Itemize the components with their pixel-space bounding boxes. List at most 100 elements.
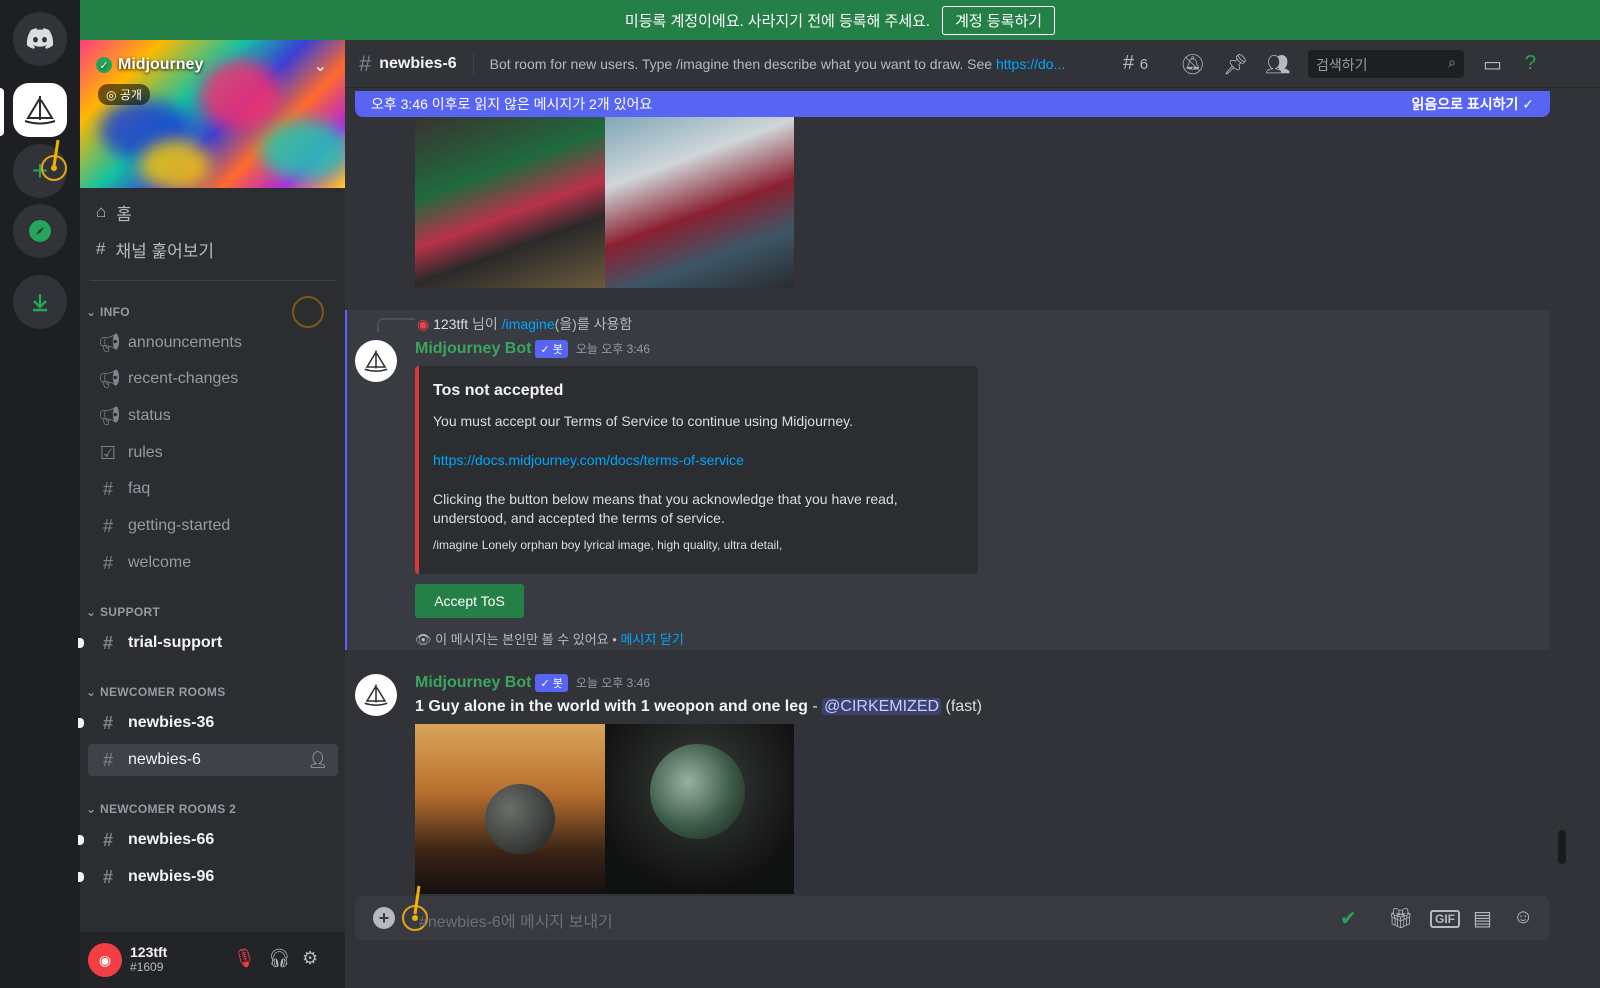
category-newcomer-rooms-2[interactable]: ⌄ NEWCOMER ROOMS 2 bbox=[86, 802, 236, 816]
channel-rules[interactable]: ☑ rules bbox=[88, 437, 338, 469]
nav-browse-label: 채널 훑어보기 bbox=[115, 241, 215, 261]
public-badge-text: 공개 bbox=[119, 88, 142, 102]
nav-home[interactable]: ⌂ 홈 bbox=[96, 197, 132, 227]
nav-browse-channels[interactable]: # 채널 훑어보기 bbox=[96, 234, 214, 264]
generated-image[interactable] bbox=[605, 724, 794, 894]
category-newcomer-rooms[interactable]: ⌄ NEWCOMER ROOMS bbox=[86, 685, 226, 699]
message-composer[interactable]: + #newbies-6에 메시지 보내기 ✔ 🎁︎ GIF ▤ ☺ bbox=[355, 885, 1550, 940]
terms-link[interactable]: https://docs.midjourney.com/docs/terms-o… bbox=[433, 452, 744, 468]
verified-icon: ✓ bbox=[96, 57, 112, 73]
accept-tos-button[interactable]: Accept ToS bbox=[415, 584, 524, 618]
user-info[interactable]: 123tft #1609 bbox=[130, 945, 167, 975]
user-mention[interactable]: @CIRKEMIZED bbox=[822, 698, 942, 715]
sticker-icon[interactable]: ▤ bbox=[1473, 906, 1492, 931]
avatar[interactable] bbox=[355, 674, 397, 716]
headphones-icon[interactable]: 🎧︎ bbox=[268, 948, 291, 969]
embed-title: Tos not accepted bbox=[433, 382, 564, 399]
reply-context[interactable]: ◉ 123tft 님이 /imagine(을)를 사용함 bbox=[417, 314, 632, 334]
channel-label: recent-changes bbox=[128, 370, 239, 387]
embed-card: Tos not accepted You must accept our Ter… bbox=[415, 366, 978, 574]
embed-line: You must accept our Terms of Service to … bbox=[433, 413, 853, 429]
mark-as-read-button[interactable]: 읽음으로 표시하기 ✓ bbox=[1411, 94, 1534, 114]
reply-suffix: 님이 bbox=[468, 316, 502, 332]
bot-badge: ✓ 봇 bbox=[535, 674, 568, 692]
threads-count: 6 bbox=[1139, 56, 1149, 73]
help-icon[interactable]: ? bbox=[1525, 52, 1536, 75]
discord-home-icon[interactable] bbox=[13, 12, 67, 66]
separator: - bbox=[807, 698, 823, 715]
channel-label: newbies-96 bbox=[128, 868, 215, 885]
add-attachment-icon[interactable]: + bbox=[373, 907, 395, 929]
topic-link[interactable]: https://do... bbox=[996, 56, 1065, 72]
generated-image[interactable] bbox=[605, 116, 794, 288]
checkbox-icon: ☑ bbox=[99, 442, 117, 463]
avatar[interactable] bbox=[355, 340, 397, 382]
author-name[interactable]: Midjourney Bot bbox=[415, 340, 531, 357]
channel-newbies-36[interactable]: # newbies-36 bbox=[78, 707, 338, 739]
check-circle-icon[interactable]: ✔ bbox=[1340, 906, 1357, 931]
user-panel: ◉ 123tft #1609 🎙︎ 🎧︎ ⚙ bbox=[80, 932, 345, 988]
invite-user-icon[interactable]: 👤︎ bbox=[308, 750, 328, 770]
bot-badge: ✓ 봇 bbox=[535, 340, 568, 358]
channel-welcome[interactable]: # welcome bbox=[88, 547, 338, 579]
search-input[interactable]: 검색하기 ⌕ bbox=[1308, 50, 1464, 78]
loading-ring-icon bbox=[292, 296, 324, 328]
channel-recent-changes[interactable]: 📢︎ recent-changes bbox=[88, 363, 338, 395]
planet-shape bbox=[485, 784, 555, 854]
channel-announcements[interactable]: 📢︎ announcements bbox=[88, 327, 338, 359]
unread-messages-bar[interactable]: 오후 3:46 이후로 읽지 않은 메시지가 2개 있어요 읽음으로 표시하기 … bbox=[355, 91, 1550, 117]
channel-newbies-6[interactable]: # newbies-6 👤︎ bbox=[88, 744, 338, 776]
explore-icon[interactable] bbox=[13, 204, 67, 258]
topic-text: Bot room for new users. Type /imagine th… bbox=[489, 55, 996, 72]
message-input[interactable]: #newbies-6에 메시지 보내기 bbox=[419, 908, 613, 932]
inbox-icon[interactable]: ▭ bbox=[1483, 52, 1502, 77]
gear-icon[interactable]: ⚙ bbox=[302, 948, 318, 969]
gif-icon[interactable]: GIF bbox=[1430, 910, 1460, 928]
nav-home-label: 홈 bbox=[116, 204, 132, 224]
reply-user[interactable]: 123tft bbox=[433, 316, 468, 332]
chevron-down-icon[interactable]: ⌄ bbox=[314, 56, 327, 76]
download-icon[interactable] bbox=[13, 275, 67, 329]
reply-command[interactable]: /imagine bbox=[502, 316, 555, 332]
midjourney-server-icon[interactable] bbox=[13, 83, 67, 137]
gift-icon[interactable]: 🎁︎ bbox=[1388, 906, 1413, 931]
megaphone-icon: 📢︎ bbox=[98, 368, 121, 389]
reply-tail: (을)를 사용함 bbox=[554, 316, 633, 332]
dismiss-message-link[interactable]: 메시지 닫기 bbox=[620, 632, 683, 647]
channel-label: newbies-6 bbox=[128, 751, 201, 768]
emoji-icon[interactable]: ☺ bbox=[1513, 906, 1533, 929]
hash-icon: # bbox=[102, 632, 113, 653]
channel-trial-support[interactable]: # trial-support bbox=[78, 627, 338, 659]
generated-image[interactable] bbox=[415, 724, 605, 894]
category-support[interactable]: ⌄ SUPPORT bbox=[86, 605, 160, 619]
avatar[interactable]: ◉ bbox=[88, 943, 122, 977]
unread-text: 오후 3:46 이후로 읽지 않은 메시지가 2개 있어요 bbox=[371, 96, 653, 112]
scrollbar[interactable] bbox=[1558, 830, 1566, 864]
member-list-icon[interactable]: 👥︎ bbox=[1265, 52, 1290, 77]
channel-getting-started[interactable]: # getting-started bbox=[88, 510, 338, 542]
notification-muted-icon[interactable]: 🔕︎ bbox=[1180, 52, 1205, 77]
unread-indicator bbox=[78, 718, 84, 728]
threads-icon[interactable]: # 6 bbox=[1123, 52, 1148, 75]
thread-hash-icon: # bbox=[102, 712, 113, 733]
message-header: Midjourney Bot ✓ 봇 오늘 오후 3:46 bbox=[415, 340, 650, 358]
channel-topic[interactable]: Bot room for new users. Type /imagine th… bbox=[490, 56, 1066, 72]
mute-mic-icon[interactable]: 🎙︎ bbox=[233, 948, 256, 969]
user-avatar-icon: ◉ bbox=[417, 316, 430, 332]
embed-line: Clicking the button below means that you… bbox=[433, 491, 898, 526]
category-info[interactable]: ⌄ INFO bbox=[86, 305, 130, 319]
generated-image[interactable] bbox=[415, 116, 605, 288]
channel-faq[interactable]: # faq bbox=[88, 473, 338, 505]
server-name[interactable]: ✓ Midjourney bbox=[96, 56, 203, 74]
register-account-button[interactable]: 계정 등록하기 bbox=[942, 5, 1056, 35]
channel-status[interactable]: 📢︎ status bbox=[88, 400, 338, 432]
planet-shape bbox=[650, 744, 745, 839]
author-name[interactable]: Midjourney Bot bbox=[415, 674, 531, 691]
channel-label: rules bbox=[128, 444, 163, 461]
channel-newbies-96[interactable]: # newbies-96 bbox=[78, 861, 338, 893]
channel-newbies-66[interactable]: # newbies-66 bbox=[78, 824, 338, 856]
server-banner[interactable]: ✓ Midjourney ◎ 공개 ⌄ bbox=[80, 40, 345, 188]
thread-hash-icon: # bbox=[359, 50, 372, 76]
channel-label: welcome bbox=[128, 554, 192, 571]
pin-icon[interactable]: 📌︎ bbox=[1223, 52, 1248, 77]
